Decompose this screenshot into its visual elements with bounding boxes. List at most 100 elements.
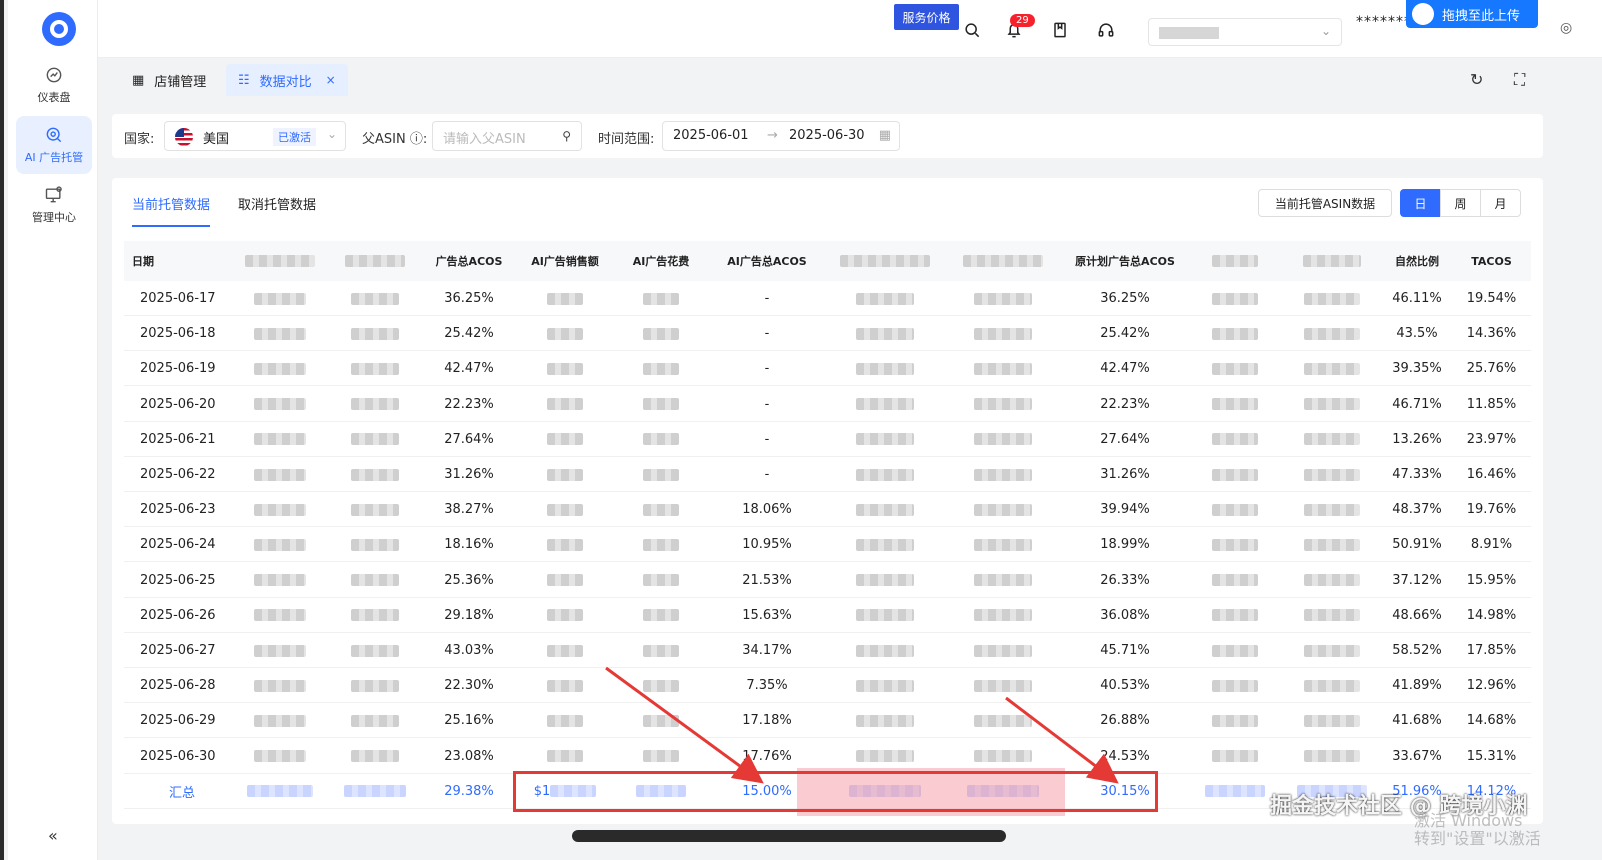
collapse-sidebar-icon[interactable]: « [48,826,58,845]
cell-date: 2025-06-18 [140,326,216,342]
search-icon[interactable]: ⚲ [562,129,571,143]
parent-asin-input[interactable]: 请输入父ASIN ⚲ [432,121,582,151]
cell-ai_acos: 34.17% [742,643,792,658]
eye-off-icon[interactable]: ◎ [1560,20,1572,36]
col-ai-sales[interactable]: AI广告销售额 [516,241,614,281]
cell-redacted [614,281,708,316]
sidebar-item-management[interactable]: 管理中心 [16,176,92,234]
tab-shop-management[interactable]: ▦ 店铺管理 [120,64,218,96]
summary-redacted [944,774,1062,809]
cell-redacted [826,598,944,633]
cell-redacted [232,351,328,386]
country-select[interactable]: 美国 已激活 ⌄ [164,121,346,151]
cell-ad_acos: 29.18% [444,607,494,623]
date-start[interactable]: 2025-06-01 [673,128,749,143]
upload-dropzone[interactable]: 拖拽至此上传 [1406,0,1538,28]
managed-asin-button[interactable]: 当前托管ASIN数据 [1258,189,1392,217]
table-row[interactable]: 2025-06-22 31.26% - 31.26% 47.33% 16.46% [124,457,1531,492]
chevron-down-icon: ⌄ [1320,24,1331,38]
cell-redacted [1282,492,1382,527]
cell-orig_acos: 26.33% [1100,572,1150,588]
cell-redacted [614,563,708,598]
cell-redacted [516,563,614,598]
notification-badge: 29 [1010,14,1035,27]
cell-ad_acos: 38.27% [444,502,494,518]
cell-redacted [614,457,708,492]
table-row[interactable]: 2025-06-17 36.25% - 36.25% 46.11% 19.54% [124,281,1531,316]
cell-natural: 48.37% [1392,502,1442,518]
cell-redacted [328,598,422,633]
cell-natural: 37.12% [1392,572,1442,588]
service-price-button[interactable]: 服务价格 [894,4,959,30]
col-orig-acos[interactable]: 原计划广告总ACOS [1062,241,1188,281]
cell-redacted [826,739,944,774]
refresh-icon[interactable]: ↻ [1470,70,1483,89]
cell-ad_acos: 22.23% [444,396,494,412]
col-natural-ratio[interactable]: 自然比例 [1382,241,1452,281]
summary-redacted [614,774,708,809]
tab-current-managed[interactable]: 当前托管数据 [132,194,211,227]
table-row[interactable]: 2025-06-18 25.42% - 25.42% 43.5% 14.36% [124,316,1531,352]
col-ad-acos[interactable]: 广告总ACOS [422,241,516,281]
col-ai-spend[interactable]: AI广告花费 [614,241,708,281]
table-row[interactable]: 2025-06-27 43.03% 34.17% 45.71% 58.52% 17.85% [124,633,1531,668]
cell-date: 2025-06-23 [140,502,216,518]
table-row[interactable]: 2025-06-30 23.08% 17.76% 24.53% 33.67% 15.31% [124,739,1531,774]
cell-redacted [516,457,614,492]
date-end[interactable]: 2025-06-30 [789,128,865,143]
date-range-picker[interactable]: 2025-06-01 → 2025-06-30 ▦ [662,121,900,151]
close-icon[interactable]: × [326,73,336,87]
table-row[interactable]: 2025-06-23 38.27% 18.06% 39.94% 48.37% 19.76% [124,492,1531,528]
cell-redacted [232,422,328,457]
us-flag-icon [175,128,193,146]
period-month-button[interactable]: 月 [1480,189,1521,217]
cell-redacted [1282,739,1382,774]
headset-icon[interactable] [1096,20,1116,40]
cell-ai_acos: 21.53% [742,572,792,588]
sidebar-item-ai-ads[interactable]: AI 广告托管 [16,116,92,174]
table-row[interactable]: 2025-06-20 22.23% - 22.23% 46.71% 11.85% [124,387,1531,422]
table-row[interactable]: 2025-06-19 42.47% - 42.47% 39.35% 25.76% [124,351,1531,387]
tab-data-compare[interactable]: ☷ 数据对比 × [226,64,348,96]
cell-redacted [1188,422,1282,457]
period-week-button[interactable]: 周 [1440,189,1481,217]
upload-label: 拖拽至此上传 [1442,8,1521,24]
search-icon[interactable] [962,20,982,40]
country-label: 国家: [124,132,155,147]
horizontal-scrollbar[interactable] [572,830,1006,842]
summary-redacted [328,774,422,809]
cell-redacted [944,457,1062,492]
cell-ad_acos: 18.16% [444,537,494,553]
fullscreen-icon[interactable]: ⛶ [1514,70,1525,90]
period-day-button[interactable]: 日 [1400,189,1441,217]
sidebar-item-dashboard[interactable]: 仪表盘 [16,56,92,114]
table-row[interactable]: 2025-06-24 18.16% 10.95% 18.99% 50.91% 8.91% [124,527,1531,563]
shop-select[interactable]: ⌄ [1148,18,1342,46]
col-date[interactable]: 日期 [132,241,232,281]
cell-orig_acos: 22.23% [1100,396,1150,412]
table-row[interactable]: 2025-06-29 25.16% 17.18% 26.88% 41.68% 14.68% [124,703,1531,739]
table-row[interactable]: 2025-06-21 27.64% - 27.64% 13.26% 23.97% [124,422,1531,457]
table-row[interactable]: 2025-06-28 22.30% 7.35% 40.53% 41.89% 12.96% [124,668,1531,704]
cell-redacted [826,563,944,598]
summary-redacted [826,774,944,809]
cell-redacted [328,739,422,774]
cell-redacted [232,527,328,562]
cell-redacted [614,316,708,351]
bookmark-icon[interactable] [1050,20,1070,40]
cell-tacos: 8.91% [1470,537,1513,553]
store-icon: ▦ [132,72,145,88]
table-row[interactable]: 2025-06-26 29.18% 15.63% 36.08% 48.66% 14.98% [124,598,1531,633]
monitor-gear-icon [45,186,62,203]
col-ai-acos[interactable]: AI广告总ACOS [708,241,826,281]
app-logo[interactable] [42,12,76,46]
cell-redacted [232,457,328,492]
tab-cancelled-managed[interactable]: 取消托管数据 [238,194,316,213]
cell-date: 2025-06-21 [140,431,216,447]
table-row[interactable]: 2025-06-25 25.36% 21.53% 26.33% 37.12% 15.95% [124,563,1531,598]
cell-orig_acos: 24.53% [1100,748,1150,764]
col-tacos[interactable]: TACOS [1452,241,1531,281]
cell-redacted [826,457,944,492]
cell-ai_acos: - [764,326,770,342]
cell-tacos: 19.76% [1466,502,1517,518]
